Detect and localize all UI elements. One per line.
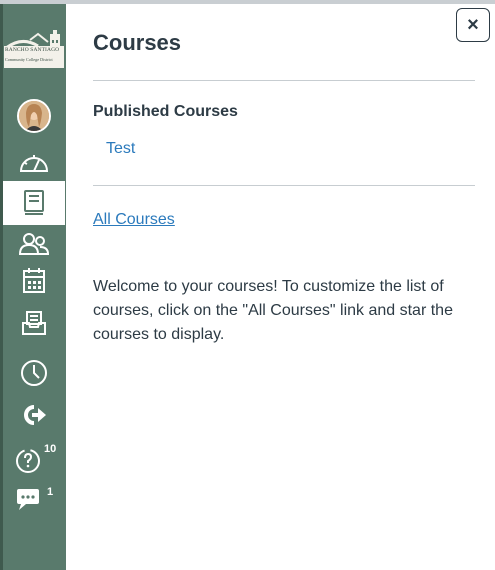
global-navigation: RANCHO SANTIAGO Community College Distri… xyxy=(0,4,66,570)
all-courses-link[interactable]: All Courses xyxy=(93,211,175,229)
logo-line1: RANCHO SANTIAGO xyxy=(5,47,60,53)
history-icon xyxy=(21,360,47,386)
welcome-message: Welcome to your courses! To customize th… xyxy=(93,278,453,343)
close-icon: × xyxy=(467,14,479,36)
calendar-icon xyxy=(23,268,45,293)
nav-chat[interactable]: 1 xyxy=(3,482,65,518)
published-courses-heading: Published Courses xyxy=(93,103,238,120)
nav-courses[interactable] xyxy=(3,181,65,225)
nav-account[interactable] xyxy=(3,96,65,136)
logo-line2: Community College District xyxy=(5,57,53,62)
nav-history[interactable] xyxy=(3,355,65,391)
nav-groups[interactable] xyxy=(3,228,65,260)
nav-external[interactable] xyxy=(3,400,65,430)
nav-inbox[interactable] xyxy=(3,305,65,341)
chat-icon xyxy=(17,489,39,510)
close-button[interactable]: × xyxy=(456,8,490,42)
help-icon xyxy=(16,449,40,473)
course-link-test[interactable]: Test xyxy=(106,140,135,158)
avatar xyxy=(17,99,51,133)
nav-dashboard[interactable] xyxy=(3,144,65,180)
dashboard-icon xyxy=(19,155,49,172)
nav-help[interactable]: 10 xyxy=(3,441,65,477)
help-badge: 10 xyxy=(44,443,57,455)
divider-middle xyxy=(93,185,475,186)
chat-badge: 1 xyxy=(47,486,54,498)
inbox-icon xyxy=(22,311,46,335)
courses-icon xyxy=(24,190,44,215)
nav-calendar[interactable] xyxy=(3,263,65,299)
divider-top xyxy=(93,80,475,81)
tray-title: Courses xyxy=(93,30,182,55)
external-arrow-icon xyxy=(24,405,46,425)
college-logo[interactable]: RANCHO SANTIAGO Community College Distri… xyxy=(4,28,64,74)
groups-icon xyxy=(18,233,50,255)
